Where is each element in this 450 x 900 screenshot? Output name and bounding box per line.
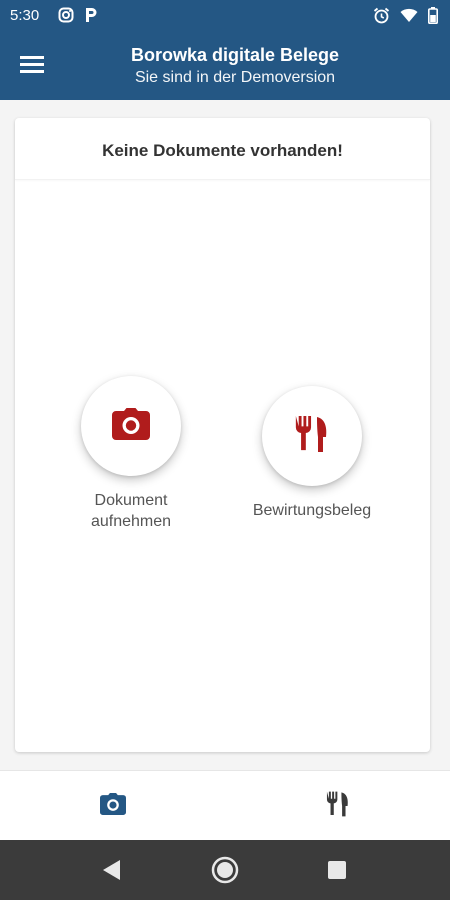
camera-icon xyxy=(100,792,126,820)
capture-document-label-line2: aufnehmen xyxy=(90,513,172,530)
empty-state-title: Keine Dokumente vorhanden! xyxy=(102,141,343,160)
battery-icon xyxy=(428,7,438,24)
hospitality-receipt-action[interactable]: Bewirtungsbeleg xyxy=(247,386,377,521)
hospitality-receipt-button[interactable] xyxy=(262,386,362,486)
capture-document-action[interactable]: Dokument aufnehmen xyxy=(81,376,181,532)
documents-card: Keine Dokumente vorhanden! Dokument aufn… xyxy=(15,118,430,752)
cutlery-icon xyxy=(325,791,351,822)
app-bar: Borowka digitale Belege Sie sind in der … xyxy=(0,32,450,100)
nav-item-documents[interactable] xyxy=(93,791,133,821)
instagram-icon xyxy=(58,7,74,23)
status-time: 5:30 xyxy=(10,7,40,24)
app-title: Borowka digitale Belege xyxy=(130,45,340,65)
wifi-icon xyxy=(400,8,418,23)
nav-item-hospitality[interactable] xyxy=(318,791,358,821)
system-navigation-bar xyxy=(0,840,450,900)
status-bar: 5:30 xyxy=(0,0,450,32)
p-app-icon xyxy=(84,7,98,23)
bottom-navigation xyxy=(0,770,450,840)
camera-icon xyxy=(112,407,150,445)
recents-icon[interactable] xyxy=(322,855,352,885)
hospitality-receipt-label: Bewirtungsbeleg xyxy=(252,502,372,519)
back-icon[interactable] xyxy=(97,855,127,885)
capture-document-button[interactable] xyxy=(81,376,181,476)
home-icon[interactable] xyxy=(210,855,240,885)
cutlery-icon xyxy=(293,415,331,458)
capture-document-label-line1: Dokument xyxy=(94,492,168,509)
app-subtitle: Sie sind in der Demoversion xyxy=(134,69,336,86)
card-header: Keine Dokumente vorhanden! xyxy=(15,118,430,180)
alarm-icon xyxy=(373,7,390,24)
